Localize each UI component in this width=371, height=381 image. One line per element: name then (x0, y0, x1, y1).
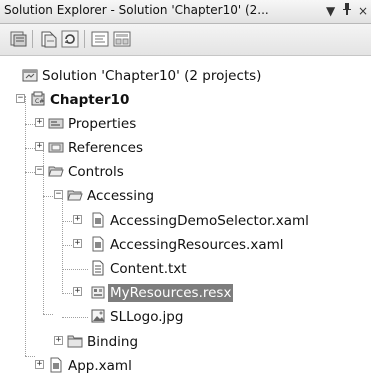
references-label: References (68, 140, 144, 156)
tree-node-my-resources[interactable]: + MyResources.resx (0, 281, 371, 305)
folder-open-icon (67, 187, 83, 203)
controls-label: Controls (68, 164, 124, 180)
tree-node-controls[interactable]: − Controls (0, 160, 371, 184)
properties-label: Properties (68, 116, 137, 132)
app-xaml-label: App.xaml (68, 358, 132, 374)
tree-node-sllogo[interactable]: SLLogo.jpg (0, 305, 371, 329)
tree-node-properties[interactable]: + Properties (0, 112, 371, 136)
expand-icon[interactable]: + (73, 287, 82, 296)
xaml-file-icon (90, 212, 106, 228)
accessing-resources-label: AccessingResources.xaml (110, 237, 284, 253)
solution-icon (22, 67, 38, 83)
toolbar (0, 24, 371, 56)
refresh-icon (61, 30, 79, 48)
tree-node-accessing[interactable]: − Accessing (0, 184, 371, 208)
title-bar: Solution Explorer - Solution 'Chapter10'… (0, 0, 371, 24)
view-code-button[interactable] (90, 29, 110, 49)
svg-text:C#: C# (35, 98, 44, 105)
tree-node-accessing-resources[interactable]: + AccessingResources.xaml (0, 233, 371, 257)
tree-node-project-chapter10[interactable]: − C# Chapter10 (0, 88, 371, 112)
tree-node-accessing-demo-selector[interactable]: + AccessingDemoSelector.xaml (0, 209, 371, 233)
accessing-demo-selector-label: AccessingDemoSelector.xaml (110, 213, 309, 229)
solution-label: Solution 'Chapter10' (2 projects) (42, 68, 262, 84)
refresh-button[interactable] (60, 29, 80, 49)
solution-tree: Solution 'Chapter10' (2 projects) − C# C… (0, 58, 371, 381)
references-folder-icon (48, 139, 64, 155)
resx-file-icon (90, 284, 106, 300)
collapse-icon[interactable]: − (35, 166, 44, 175)
text-file-icon (90, 260, 106, 276)
properties-icon (10, 31, 27, 47)
view-code-icon (91, 31, 109, 47)
properties-folder-icon (48, 115, 64, 131)
tree-node-solution[interactable]: Solution 'Chapter10' (2 projects) (0, 64, 371, 88)
folder-open-icon (48, 163, 64, 179)
xaml-file-icon (48, 357, 64, 373)
window-position-dropdown-icon[interactable]: ▼ (326, 2, 335, 20)
view-designer-icon (113, 31, 131, 47)
window-title: Solution Explorer - Solution 'Chapter10'… (4, 3, 269, 17)
tree-node-app-xaml[interactable]: + App.xaml (0, 354, 371, 378)
image-file-icon (90, 308, 106, 324)
tree-node-content-txt[interactable]: Content.txt (0, 257, 371, 281)
project-icon: C# (30, 91, 46, 107)
tree-node-binding[interactable]: + Binding (0, 330, 371, 354)
binding-label: Binding (87, 334, 139, 350)
xaml-file-icon (90, 236, 106, 252)
folder-icon (67, 333, 83, 349)
sllogo-label: SLLogo.jpg (110, 309, 184, 325)
show-all-files-icon (41, 31, 57, 48)
expand-icon[interactable]: + (73, 215, 82, 224)
pin-icon[interactable] (342, 2, 352, 21)
expand-icon[interactable]: + (35, 142, 44, 151)
properties-button[interactable] (8, 29, 28, 49)
collapse-icon[interactable]: − (54, 190, 63, 199)
collapse-icon[interactable]: − (16, 94, 25, 103)
show-all-files-button[interactable] (38, 29, 58, 49)
accessing-label: Accessing (87, 188, 155, 204)
expand-icon[interactable]: + (35, 360, 44, 369)
close-icon[interactable]: × (358, 2, 368, 20)
my-resources-label: MyResources.resx (108, 284, 234, 302)
tree-node-references[interactable]: + References (0, 136, 371, 160)
view-designer-button[interactable] (112, 29, 132, 49)
toolbar-separator (84, 30, 85, 48)
expand-icon[interactable]: + (35, 118, 44, 127)
expand-icon[interactable]: + (54, 336, 63, 345)
toolbar-separator (32, 30, 33, 48)
expand-icon[interactable]: + (73, 239, 82, 248)
content-txt-label: Content.txt (110, 261, 187, 277)
project-label: Chapter10 (50, 92, 130, 108)
